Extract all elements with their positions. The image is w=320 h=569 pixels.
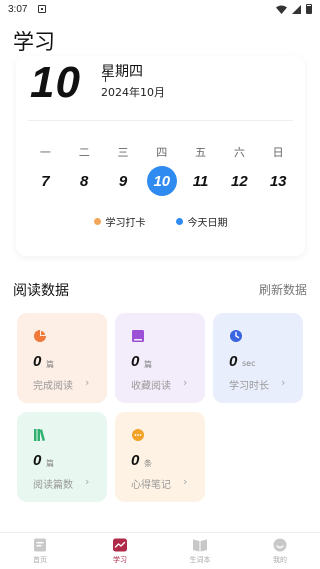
vocab-book-icon — [193, 539, 207, 552]
week-header: 一 — [39, 146, 51, 159]
status-time: 3:07 — [8, 4, 28, 15]
stat-value: 0 — [229, 353, 238, 370]
date-cell[interactable]: 12 — [220, 164, 259, 198]
tab-profile[interactable]: 我的 — [240, 533, 320, 569]
date-cell[interactable]: 13 — [259, 164, 298, 198]
stat-label: 学习时长 — [229, 381, 269, 392]
date-number: 7 — [41, 172, 50, 190]
stat-unit: 篇 — [46, 459, 54, 468]
status-indicators — [276, 4, 312, 14]
chevron-right-icon: › — [183, 475, 188, 488]
date-number: 12 — [231, 172, 248, 190]
week-header: 四 — [156, 146, 168, 159]
chevron-right-icon: › — [183, 376, 188, 389]
legend-label: 今天日期 — [187, 218, 228, 229]
calendar-month: 2024年10月 — [101, 86, 165, 99]
chevron-right-icon: › — [85, 475, 90, 488]
stat-unit: sec — [242, 359, 256, 368]
tab-label: 学习 — [113, 556, 127, 564]
legend-today: 今天日期 — [175, 214, 228, 229]
section-title-reading: 阅读数据 — [13, 283, 69, 299]
tab-label: 生词本 — [189, 556, 211, 564]
status-bar: 3:07 — [0, 0, 320, 20]
legend-label: 学习打卡 — [105, 218, 146, 229]
stat-value: 0 — [131, 353, 140, 370]
checkin-dot-icon — [93, 218, 101, 225]
date-number: 8 — [80, 172, 89, 190]
week-header-row: 一 二 三 四 五 六 日 — [26, 144, 298, 160]
study-icon — [113, 538, 127, 552]
stat-unit: 篇 — [144, 360, 152, 369]
profile-icon — [273, 538, 287, 552]
date-cell[interactable]: 8 — [65, 164, 104, 198]
stat-value: 0 — [33, 353, 42, 370]
bottom-tab-bar: 首页 学习 生词本 我的 — [0, 532, 320, 569]
tab-vocab-book[interactable]: 生词本 — [160, 533, 240, 569]
chevron-right-icon: › — [281, 376, 286, 389]
chat-icon — [132, 429, 144, 441]
today-dot-icon — [175, 218, 183, 225]
date-cell[interactable]: 9 — [104, 164, 143, 198]
stat-unit: 条 — [144, 459, 152, 468]
stat-value: 0 — [33, 452, 42, 469]
week-date-row: 7 8 9 10 11 12 13 — [26, 164, 298, 198]
calendar-weekday: 星期四 — [101, 64, 143, 80]
stat-unit: 篇 — [46, 360, 54, 369]
stat-label: 收藏阅读 — [131, 381, 171, 392]
stat-label: 阅读篇数 — [33, 480, 73, 491]
week-header: 五 — [195, 146, 207, 159]
stat-card-completed-reading[interactable]: 0 篇 完成阅读 › — [17, 313, 107, 403]
week-header: 六 — [233, 146, 245, 159]
stat-card-study-time[interactable]: 0 sec 学习时长 › — [213, 313, 303, 403]
calendar-day-number: 10 — [30, 58, 81, 107]
week-header: 二 — [78, 146, 90, 159]
tab-study[interactable]: 学习 — [80, 533, 160, 569]
stat-label: 心得笔记 — [131, 480, 171, 491]
tab-home[interactable]: 首页 — [0, 533, 80, 569]
legend-checkin: 学习打卡 — [93, 214, 146, 229]
stat-label: 完成阅读 — [33, 381, 73, 392]
battery-icon — [306, 4, 312, 14]
home-icon — [34, 538, 46, 552]
week-header: 日 — [272, 146, 284, 159]
books-icon — [34, 429, 46, 442]
date-cell[interactable]: 7 — [26, 164, 65, 198]
date-cell[interactable]: 11 — [181, 164, 220, 198]
chevron-right-icon: › — [85, 376, 90, 389]
date-number: 13 — [269, 172, 287, 190]
date-number: 11 — [192, 172, 209, 190]
calendar-divider — [28, 120, 293, 121]
stat-card-reading-count[interactable]: 0 篇 阅读篇数 › — [17, 412, 107, 502]
tab-label: 我的 — [273, 556, 287, 564]
stat-card-favorites[interactable]: 0 篇 收藏阅读 › — [115, 313, 205, 403]
tab-label: 首页 — [33, 556, 47, 564]
date-number: 10 — [146, 166, 177, 196]
notification-icon — [38, 5, 46, 13]
date-number: 9 — [118, 172, 128, 190]
page-title: 学习 — [13, 30, 55, 54]
calendar-legend: 学习打卡 今天日期 — [16, 214, 305, 229]
pie-chart-icon — [34, 330, 46, 342]
stat-card-notes[interactable]: 0 条 心得笔记 › — [115, 412, 205, 502]
week-header: 三 — [117, 146, 129, 159]
calendar-card: 10 星期四 2024年10月 一 二 三 四 五 六 日 7 8 9 10 1… — [16, 56, 305, 256]
wifi-icon — [276, 5, 287, 14]
signal-icon — [292, 4, 301, 14]
clock-icon — [230, 330, 242, 342]
bookmark-icon — [132, 330, 144, 342]
date-cell-today[interactable]: 10 — [142, 164, 181, 198]
refresh-data-button[interactable]: 刷新数据 — [259, 281, 307, 298]
stat-value: 0 — [131, 452, 140, 469]
